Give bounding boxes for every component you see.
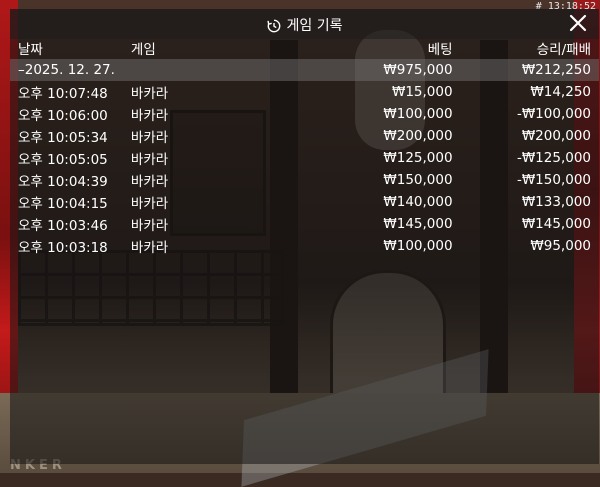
row-game: 바카라	[130, 218, 169, 234]
panel-title-wrap: 게임 기록	[10, 15, 599, 37]
row-game: 바카라	[130, 152, 169, 168]
row-result: -₩150,000	[516, 172, 591, 188]
row-game: 바카라	[130, 240, 169, 256]
row-result: ₩145,000	[521, 216, 591, 232]
row-bet: ₩200,000	[383, 128, 453, 144]
row-time: 오후 10:06:00	[18, 108, 108, 124]
game-history-panel: 게임 기록 날짜 게임 베팅 승리/패배 –2025. 12. 27. ₩975…	[10, 9, 599, 464]
row-bet: ₩100,000	[383, 106, 453, 122]
history-icon	[266, 19, 281, 37]
row-time: 오후 10:04:15	[18, 196, 108, 212]
row-game: 바카라	[130, 86, 169, 102]
row-result: -₩125,000	[516, 150, 591, 166]
panel-title: 게임 기록	[286, 18, 343, 34]
row-result: -₩100,000	[516, 106, 591, 122]
date-summary-row[interactable]: –2025. 12. 27. ₩975,000 ₩212,250	[10, 59, 599, 81]
row-bet: ₩125,000	[383, 150, 453, 166]
table-row[interactable]: 오후 10:04:15 바카라 ₩140,000 ₩133,000	[10, 191, 599, 213]
table-row[interactable]: 오후 10:05:34 바카라 ₩200,000 ₩200,000	[10, 125, 599, 147]
row-result: ₩14,250	[530, 84, 591, 100]
table-row[interactable]: 오후 10:07:48 바카라 ₩15,000 ₩14,250	[10, 81, 599, 103]
row-time: 오후 10:07:48	[18, 86, 108, 102]
header-game: 게임	[130, 42, 156, 58]
clock: # 13:18:52	[535, 1, 596, 12]
row-bet: ₩150,000	[383, 172, 453, 188]
history-table: 날짜 게임 베팅 승리/패배 –2025. 12. 27. ₩975,000 ₩…	[10, 37, 599, 257]
row-time: 오후 10:03:46	[18, 218, 108, 234]
row-time: 오후 10:03:18	[18, 240, 108, 256]
table-row[interactable]: 오후 10:03:18 바카라 ₩100,000 ₩95,000	[10, 235, 599, 257]
close-button[interactable]	[569, 14, 587, 32]
row-time: 오후 10:05:05	[18, 152, 108, 168]
row-game: 바카라	[130, 130, 169, 146]
row-bet: ₩15,000	[391, 84, 453, 100]
header-result: 승리/패배	[536, 42, 591, 58]
row-game: 바카라	[130, 174, 169, 190]
panel-titlebar: 게임 기록	[10, 9, 599, 39]
table-header-row: 날짜 게임 베팅 승리/패배	[10, 37, 599, 59]
table-row[interactable]: 오후 10:06:00 바카라 ₩100,000 -₩100,000	[10, 103, 599, 125]
row-result: ₩200,000	[521, 128, 591, 144]
summary-date: –2025. 12. 27.	[10, 59, 123, 81]
table-row[interactable]: 오후 10:04:39 바카라 ₩150,000 -₩150,000	[10, 169, 599, 191]
table-row[interactable]: 오후 10:05:05 바카라 ₩125,000 -₩125,000	[10, 147, 599, 169]
header-date: 날짜	[18, 42, 43, 58]
row-game: 바카라	[130, 108, 169, 124]
row-time: 오후 10:05:34	[18, 130, 108, 146]
row-result: ₩133,000	[521, 194, 591, 210]
row-result: ₩95,000	[530, 238, 591, 254]
header-bet: 베팅	[427, 42, 453, 58]
table-row[interactable]: 오후 10:03:46 바카라 ₩145,000 ₩145,000	[10, 213, 599, 235]
close-icon	[569, 14, 587, 32]
summary-result: ₩212,250	[460, 59, 599, 81]
row-game: 바카라	[130, 196, 169, 212]
summary-bet: ₩975,000	[261, 59, 461, 81]
row-bet: ₩100,000	[383, 238, 453, 254]
row-time: 오후 10:04:39	[18, 174, 108, 190]
row-bet: ₩140,000	[383, 194, 453, 210]
row-bet: ₩145,000	[383, 216, 453, 232]
summary-game	[122, 59, 262, 81]
